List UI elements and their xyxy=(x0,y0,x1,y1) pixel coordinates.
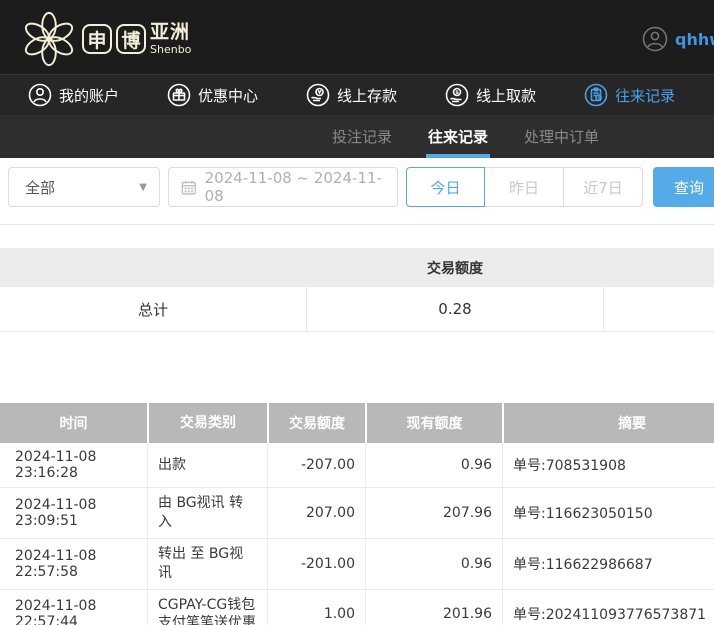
column-header-balance: 现有额度 xyxy=(365,403,502,443)
logo-region: 亚洲 Shenbo xyxy=(150,23,191,55)
gift-icon xyxy=(167,83,191,107)
summary-total-value: 0.28 xyxy=(306,287,604,331)
category-select[interactable]: 全部 ▼ xyxy=(8,167,160,207)
summary-total-label: 总计 xyxy=(0,287,306,331)
nav-item-promotions[interactable]: 优惠中心 xyxy=(167,83,258,107)
table-header-row: 时间 交易类别 交易额度 现有额度 摘要 xyxy=(0,403,714,443)
table-row: 2024-11-08 22:57:44 CGPAY-CG钱包支付笔笔送优惠 1.… xyxy=(0,590,714,625)
nav-item-deposit[interactable]: ¥ 线上存款 xyxy=(306,83,397,107)
username-text[interactable]: qhhw xyxy=(675,30,714,49)
cell-time: 2024-11-08 22:57:44 xyxy=(0,590,147,625)
summary-header-spacer xyxy=(0,248,306,287)
table-row: 2024-11-08 23:09:51 由 BG视讯 转入 207.00 207… xyxy=(0,488,714,539)
cell-balance: 0.96 xyxy=(365,443,502,487)
transactions-table: 时间 交易类别 交易额度 现有额度 摘要 2024-11-08 23:16:28… xyxy=(0,403,714,625)
summary-header-row: 交易额度 xyxy=(0,248,714,287)
withdraw-icon: $ xyxy=(445,83,469,107)
records-icon xyxy=(584,83,608,107)
cell-type: 转出 至 BG视讯 xyxy=(147,539,267,589)
cell-note: 单号:116623050150 xyxy=(502,488,714,538)
summary-total-row: 总计 0.28 xyxy=(0,287,714,332)
logo-region-text: 亚洲 xyxy=(150,23,191,42)
search-button[interactable]: 查询 xyxy=(653,167,714,207)
cell-balance: 207.96 xyxy=(365,488,502,538)
today-button[interactable]: 今日 xyxy=(406,167,485,207)
cell-type: CGPAY-CG钱包支付笔笔送优惠 xyxy=(147,590,267,625)
tab-betting-records[interactable]: 投注记录 xyxy=(330,115,394,158)
quick-date-buttons: 今日 昨日 近7日 xyxy=(406,167,643,207)
cell-amount: 207.00 xyxy=(267,488,365,538)
category-select-value: 全部 xyxy=(25,177,55,198)
summary-header-label: 交易额度 xyxy=(306,248,604,287)
nav-label: 线上存款 xyxy=(337,85,397,106)
logo-subtitle: Shenbo xyxy=(150,44,191,55)
user-account-area[interactable]: qhhw xyxy=(642,26,714,52)
cell-amount: -201.00 xyxy=(267,539,365,589)
column-header-amount: 交易额度 xyxy=(267,403,365,443)
site-logo[interactable]: 申 博 亚洲 Shenbo xyxy=(20,10,191,68)
main-nav: 我的账户 优惠中心 ¥ 线上存款 $ 线上取款 xyxy=(0,74,714,115)
nav-item-withdraw[interactable]: $ 线上取款 xyxy=(445,83,536,107)
cell-note: 单号:202411093776573871 xyxy=(502,590,714,625)
section-divider xyxy=(0,224,714,225)
tab-processing-orders[interactable]: 处理中订单 xyxy=(522,115,601,158)
calendar-icon xyxy=(181,179,197,196)
yesterday-button[interactable]: 昨日 xyxy=(485,167,564,207)
chevron-down-icon: ▼ xyxy=(139,182,147,193)
cell-time: 2024-11-08 23:16:28 xyxy=(0,443,147,487)
table-row: 2024-11-08 22:57:58 转出 至 BG视讯 -201.00 0.… xyxy=(0,539,714,590)
nav-label: 优惠中心 xyxy=(198,85,258,106)
tab-transaction-records[interactable]: 往来记录 xyxy=(426,115,490,158)
logo-char-shen: 申 xyxy=(82,24,112,54)
nav-label: 线上取款 xyxy=(476,85,536,106)
table-row: 2024-11-08 23:16:28 出款 -207.00 0.96 单号:7… xyxy=(0,443,714,488)
cell-type: 出款 xyxy=(147,443,267,487)
cell-time: 2024-11-08 23:09:51 xyxy=(0,488,147,538)
cell-time: 2024-11-08 22:57:58 xyxy=(0,539,147,589)
cell-amount: 1.00 xyxy=(267,590,365,625)
cell-note: 单号:116622986687 xyxy=(502,539,714,589)
nav-item-my-account[interactable]: 我的账户 xyxy=(28,83,119,107)
nav-label: 往来记录 xyxy=(615,85,675,106)
user-avatar-icon xyxy=(642,26,668,52)
user-icon xyxy=(28,83,52,107)
svg-text:$: $ xyxy=(455,90,459,96)
column-header-note: 摘要 xyxy=(502,403,714,443)
transaction-records-page: { "header": { "logo_shen": "申", "logo_bo… xyxy=(0,0,714,625)
cell-note: 单号:708531908 xyxy=(502,443,714,487)
deposit-icon: ¥ xyxy=(306,83,330,107)
cell-balance: 201.96 xyxy=(365,590,502,625)
cell-balance: 0.96 xyxy=(365,539,502,589)
date-range-input[interactable]: 2024-11-08 ~ 2024-11-08 xyxy=(168,167,398,207)
nav-item-records[interactable]: 往来记录 xyxy=(584,83,675,107)
cell-type: 由 BG视讯 转入 xyxy=(147,488,267,538)
summary-empty-cell xyxy=(604,287,714,331)
lotus-flower-icon xyxy=(20,10,78,68)
summary-table: 交易额度 总计 0.28 xyxy=(0,248,714,332)
column-header-type: 交易类别 xyxy=(147,403,267,443)
date-range-value: 2024-11-08 ~ 2024-11-08 xyxy=(205,169,385,205)
cell-amount: -207.00 xyxy=(267,443,365,487)
subnav-tabs: 投注记录 往来记录 处理中订单 xyxy=(0,115,714,158)
last7days-button[interactable]: 近7日 xyxy=(564,167,643,207)
nav-label: 我的账户 xyxy=(59,85,119,106)
svg-text:¥: ¥ xyxy=(318,90,322,96)
filter-toolbar: 全部 ▼ 2024-11-08 ~ 2024-11-08 今日 昨日 近7日 查… xyxy=(0,167,714,207)
top-header: 申 博 亚洲 Shenbo qhhw xyxy=(0,0,714,74)
summary-header-spacer xyxy=(604,248,714,287)
column-header-time: 时间 xyxy=(0,403,147,443)
logo-char-bo: 博 xyxy=(116,24,146,54)
